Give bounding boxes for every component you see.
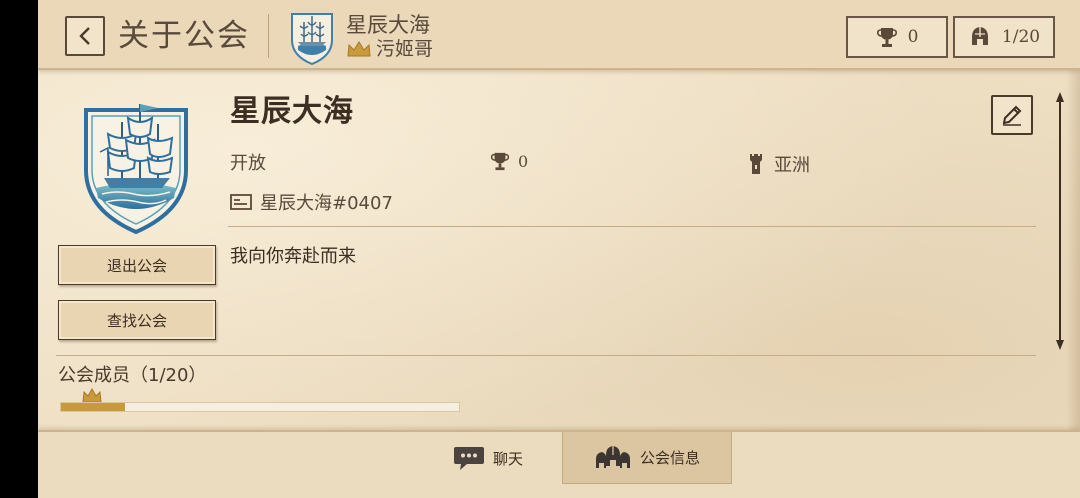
helmet-icon: [971, 27, 988, 45]
paper-edge: [1066, 70, 1080, 430]
guild-trophies: 0: [490, 150, 528, 172]
guild-region: 亚洲: [748, 151, 810, 177]
trophy-icon: [876, 28, 897, 47]
member-progress-bar: [60, 402, 460, 412]
tab-guild-info-label: 公会信息: [639, 449, 700, 467]
tab-chat[interactable]: 聊天: [428, 432, 548, 484]
scrollbar[interactable]: [1055, 92, 1065, 350]
chevron-left-icon: [79, 27, 90, 45]
guild-helmets-icon: [595, 445, 630, 468]
page-title: 关于公会: [118, 18, 250, 54]
chat-bubble-icon: [453, 447, 484, 470]
tab-chat-label: 聊天: [492, 449, 523, 468]
tab-guild-info[interactable]: 公会信息: [562, 432, 732, 484]
members-divider: [56, 355, 1036, 356]
trophy-stat-value: 0: [907, 27, 919, 47]
header-divider: [268, 14, 269, 58]
find-guild-button[interactable]: 查找公会: [58, 300, 216, 340]
guild-description: 我向你奔赴而来: [230, 246, 356, 267]
crown-icon: [347, 41, 371, 57]
guild-region-value: 亚洲: [774, 155, 810, 176]
trophy-icon: [490, 152, 510, 171]
guild-name: 星辰大海: [230, 94, 354, 129]
header: 关于公会 星辰大海 污姬哥 0 1/20: [38, 0, 1080, 70]
header-guild-name: 星辰大海: [346, 13, 430, 37]
back-button[interactable]: [65, 16, 105, 56]
edit-button[interactable]: [991, 95, 1033, 135]
guild-emblem: [84, 104, 188, 234]
trophy-stat-box[interactable]: 0: [846, 16, 948, 58]
pencil-icon: [1002, 105, 1022, 126]
guild-tag: 星辰大海#0407: [230, 189, 393, 215]
member-stat-value: 1/20: [1001, 27, 1041, 47]
leader-name: 污姬哥: [376, 38, 434, 60]
guild-status: 开放: [230, 153, 266, 174]
guild-emblem-small: [291, 13, 333, 66]
screen: 关于公会 星辰大海 污姬哥 0 1/20 星辰大海 开放 0 亚洲 星辰大海#0…: [38, 0, 1080, 498]
guild-trophies-value: 0: [518, 151, 529, 171]
header-leader: 污姬哥: [346, 38, 433, 60]
bottom-tab-bar: 聊天 公会信息: [38, 430, 1080, 498]
guild-tag-value: 星辰大海#0407: [260, 193, 393, 214]
leave-guild-button[interactable]: 退出公会: [58, 245, 216, 285]
tower-icon: [750, 154, 762, 174]
member-progress-fill: [61, 403, 125, 411]
info-divider: [228, 226, 1036, 227]
members-title: 公会成员（1/20）: [58, 365, 207, 386]
id-card-icon: [230, 194, 252, 210]
member-stat-box[interactable]: 1/20: [953, 16, 1055, 58]
